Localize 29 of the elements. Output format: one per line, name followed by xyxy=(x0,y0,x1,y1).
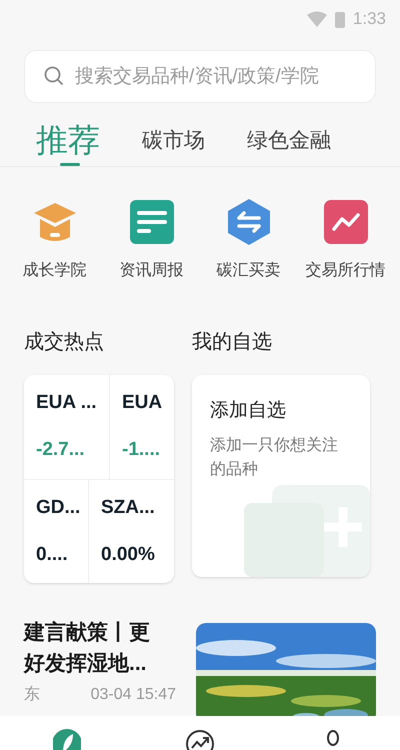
change-value: -2.7... xyxy=(36,438,86,462)
shortcut-link[interactable]: 资讯周报 xyxy=(120,259,184,283)
battery-icon xyxy=(334,10,345,28)
watchlist-card[interactable]: 添加自选 添加一只你想关注的品种 xyxy=(192,375,370,577)
instrument-name: SZA... xyxy=(101,496,156,520)
article-title[interactable]: 建言献策丨更好发挥湿地... xyxy=(24,617,158,679)
instrument-name: GD... xyxy=(36,496,82,520)
change-value: 0.... xyxy=(36,542,69,566)
wifi-icon xyxy=(306,11,327,27)
instrument-name: EUA ... xyxy=(36,391,98,415)
shortcut-link[interactable]: 成长学院 xyxy=(22,259,86,283)
article-source: 东 xyxy=(24,684,40,705)
search-icon xyxy=(44,66,64,86)
shortcut-link[interactable]: 碳汇买卖 xyxy=(216,259,280,283)
section-title: 我的自选 xyxy=(192,330,273,355)
shortcut-link[interactable]: 交易所行情 xyxy=(306,259,386,283)
leaf-icon[interactable] xyxy=(52,728,81,750)
add-folder-icon xyxy=(244,485,370,577)
change-value: -1.... xyxy=(122,438,162,462)
card-text: 添加一只你想关注的品种 xyxy=(210,436,339,480)
search-field[interactable]: 搜索交易品种/资讯/政策/学院 xyxy=(24,50,376,103)
instrument-name: EUA xyxy=(122,391,164,415)
article-time: 03-04 15:47 xyxy=(90,685,176,705)
tab[interactable]: 碳市场 xyxy=(142,126,205,166)
tab[interactable]: 绿色金融 xyxy=(247,126,331,166)
section-title: 成交热点 xyxy=(24,330,105,355)
change-value: 0.00% xyxy=(101,542,156,566)
card-title: 添加自选 xyxy=(210,399,287,423)
status-time: 1:33 xyxy=(352,8,386,30)
